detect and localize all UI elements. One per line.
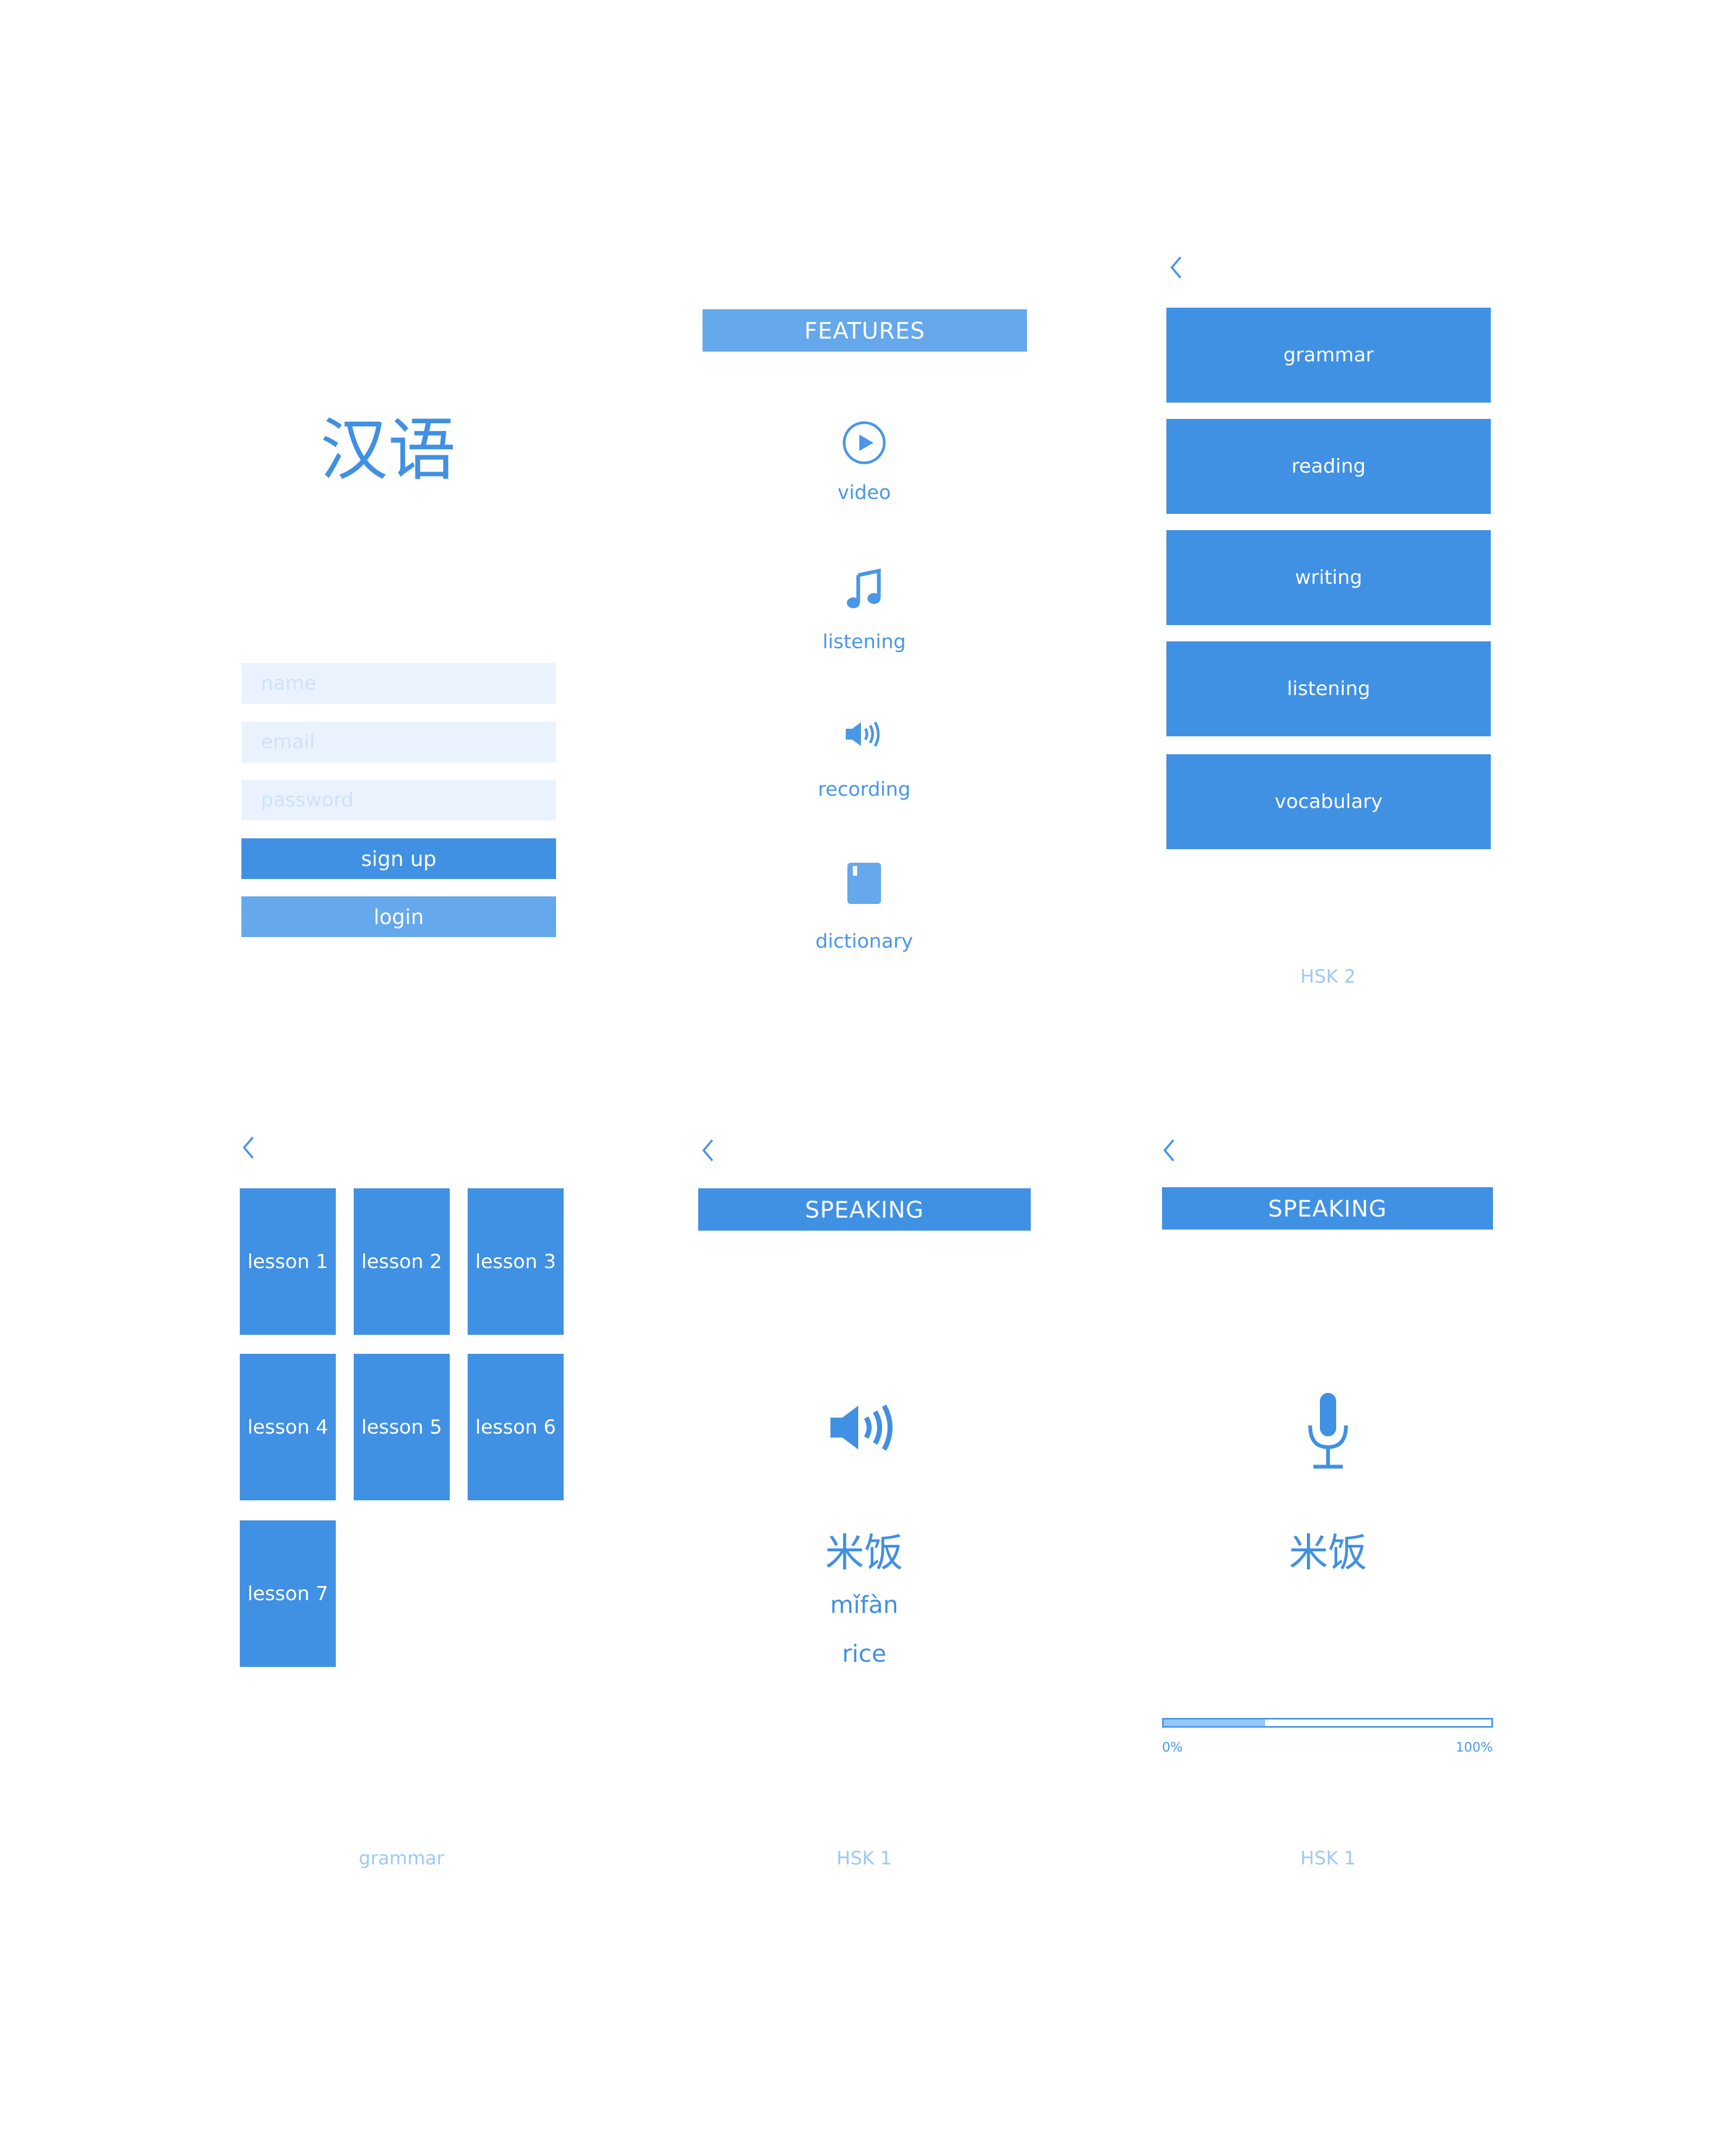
level-label: HSK 1 <box>1300 1848 1356 1869</box>
chevron-left-icon[interactable] <box>238 1134 259 1161</box>
chevron-left-icon[interactable] <box>1158 1137 1180 1164</box>
login-button[interactable]: login <box>241 896 556 937</box>
lesson-4-button[interactable]: lesson 4 <box>240 1354 336 1500</box>
feature-recording[interactable]: recording <box>818 779 911 801</box>
feature-dictionary[interactable]: dictionary <box>815 931 913 953</box>
lesson-5-button[interactable]: lesson 5 <box>354 1354 450 1500</box>
progress-max-label: 100% <box>1456 1740 1493 1755</box>
chevron-left-icon[interactable] <box>1165 254 1187 281</box>
chevron-left-icon[interactable] <box>697 1137 719 1164</box>
category-listening[interactable]: listening <box>1166 641 1491 736</box>
app-title: 汉语 <box>320 411 456 490</box>
speaker-icon[interactable] <box>828 1399 900 1458</box>
translation: rice <box>842 1640 886 1668</box>
name-input[interactable]: name <box>241 663 556 704</box>
category-reading[interactable]: reading <box>1166 419 1491 514</box>
progress-min-label: 0% <box>1162 1740 1183 1755</box>
email-input[interactable]: email <box>241 722 556 762</box>
speaking-header: SPEAKING <box>698 1188 1031 1231</box>
hanzi-word: 米饭 <box>1288 1530 1368 1576</box>
lesson-1-button[interactable]: lesson 1 <box>240 1188 336 1335</box>
microphone-icon[interactable] <box>1304 1391 1352 1472</box>
progress-bar <box>1162 1718 1493 1728</box>
feature-listening[interactable]: listening <box>822 631 906 653</box>
music-note-icon[interactable] <box>845 568 883 612</box>
category-vocabulary[interactable]: vocabulary <box>1166 754 1491 849</box>
play-circle-icon[interactable] <box>841 420 887 468</box>
section-label: grammar <box>359 1848 444 1869</box>
lesson-3-button[interactable]: lesson 3 <box>468 1188 564 1335</box>
category-writing[interactable]: writing <box>1166 530 1491 625</box>
hanzi-word: 米饭 <box>825 1530 904 1576</box>
lesson-7-button[interactable]: lesson 7 <box>240 1520 336 1667</box>
sign-up-button[interactable]: sign up <box>241 838 556 879</box>
book-icon[interactable] <box>846 862 882 907</box>
password-input[interactable]: password <box>241 780 556 820</box>
speaker-icon[interactable] <box>845 719 884 752</box>
level-label: HSK 2 <box>1300 966 1356 988</box>
category-grammar[interactable]: grammar <box>1166 308 1491 403</box>
pinyin: mǐfàn <box>830 1591 898 1619</box>
speaking-header: SPEAKING <box>1162 1187 1493 1230</box>
lesson-2-button[interactable]: lesson 2 <box>354 1188 450 1335</box>
feature-video[interactable]: video <box>838 482 891 504</box>
features-header: FEATURES <box>703 309 1027 352</box>
level-label: HSK 1 <box>837 1848 892 1869</box>
lesson-6-button[interactable]: lesson 6 <box>468 1354 564 1500</box>
progress-fill <box>1164 1720 1266 1726</box>
